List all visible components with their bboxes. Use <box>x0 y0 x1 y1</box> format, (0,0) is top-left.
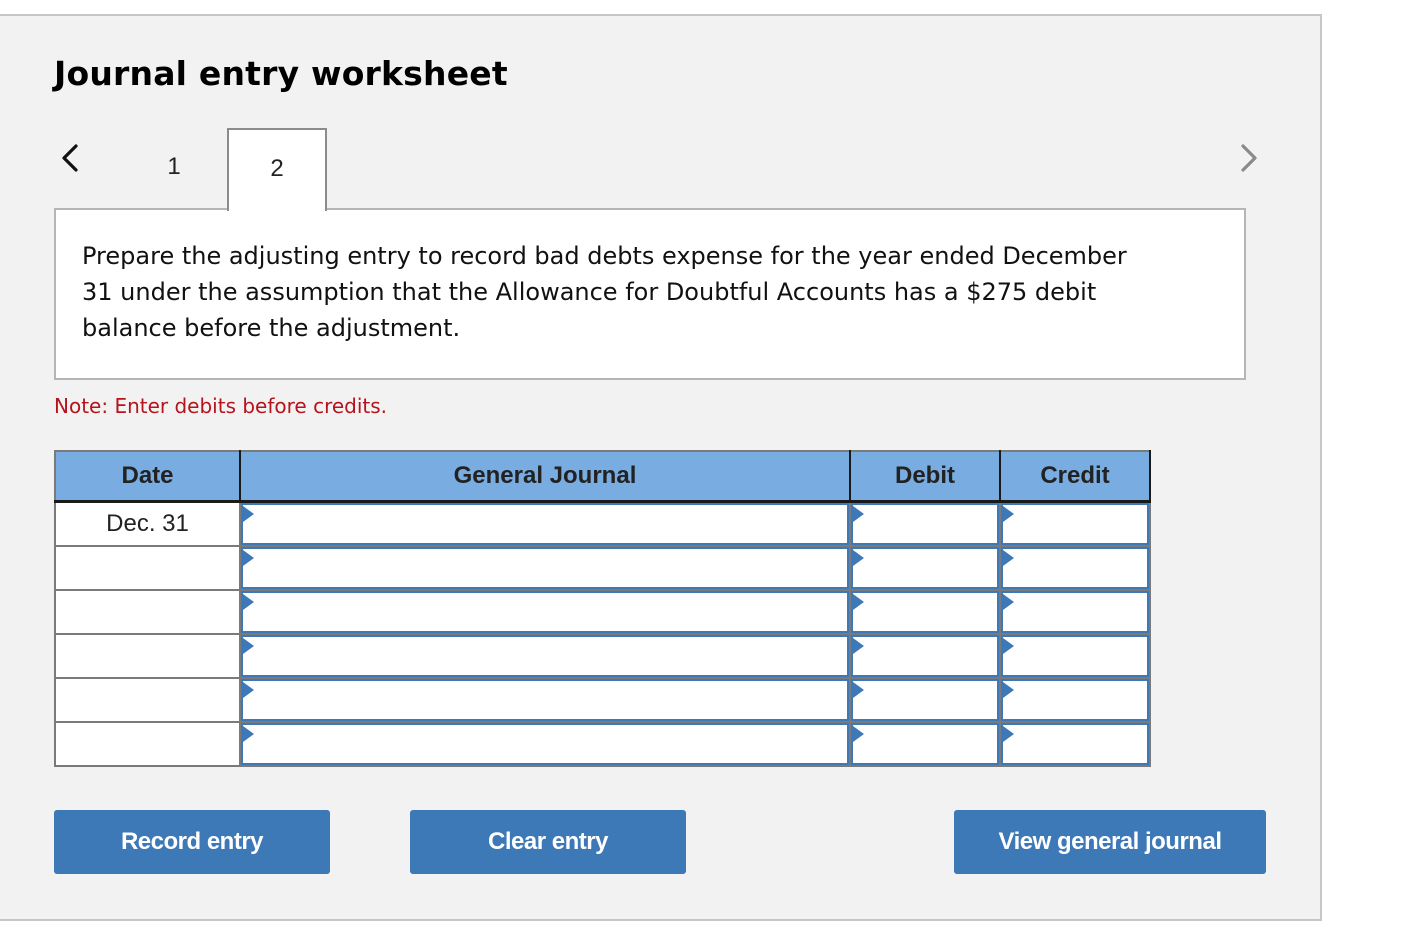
journal-row <box>54 545 1151 591</box>
account-cell <box>239 500 851 547</box>
credit-cell <box>999 677 1151 723</box>
credit-input[interactable] <box>1001 503 1149 545</box>
credit-input[interactable] <box>1001 547 1149 589</box>
debit-cell <box>849 545 1001 591</box>
debit-input[interactable] <box>851 591 999 633</box>
account-input[interactable] <box>241 547 849 589</box>
journal-row <box>54 721 1151 767</box>
account-input[interactable] <box>241 503 849 545</box>
next-button[interactable] <box>1234 140 1264 176</box>
journal-row: Dec. 31 <box>54 500 1151 547</box>
journal-table: Date General Journal Debit Credit Dec. 3… <box>54 450 1151 767</box>
credit-cell <box>999 545 1151 591</box>
record-entry-button[interactable]: Record entry <box>54 810 330 874</box>
credit-input[interactable] <box>1001 591 1149 633</box>
journal-header-row: Date General Journal Debit Credit <box>54 450 1151 503</box>
journal-row <box>54 589 1151 635</box>
account-cell <box>239 545 851 591</box>
column-header-general-journal: General Journal <box>240 450 851 503</box>
credit-cell <box>999 721 1151 767</box>
dropdown-indicator-icon <box>243 594 254 610</box>
date-cell: Dec. 31 <box>54 500 241 547</box>
dropdown-indicator-icon <box>853 594 864 610</box>
debit-input[interactable] <box>851 635 999 677</box>
credit-cell <box>999 500 1151 547</box>
debit-cell <box>849 721 1001 767</box>
dropdown-indicator-icon <box>853 726 864 742</box>
date-cell <box>54 589 241 635</box>
date-cell <box>54 721 241 767</box>
account-cell <box>239 633 851 679</box>
journal-row <box>54 677 1151 723</box>
tab-2[interactable]: 2 <box>227 128 327 211</box>
dropdown-indicator-icon <box>1003 682 1014 698</box>
dropdown-indicator-icon <box>243 550 254 566</box>
chevron-left-icon <box>62 144 78 172</box>
question-text: Prepare the adjusting entry to record ba… <box>82 242 1127 342</box>
dropdown-indicator-icon <box>853 506 864 522</box>
column-header-date: Date <box>54 450 241 503</box>
dropdown-indicator-icon <box>853 682 864 698</box>
debit-input[interactable] <box>851 723 999 765</box>
dropdown-indicator-icon <box>243 682 254 698</box>
account-cell <box>239 589 851 635</box>
debit-cell <box>849 500 1001 547</box>
page-title: Journal entry worksheet <box>54 54 508 93</box>
credit-input[interactable] <box>1001 723 1149 765</box>
column-header-credit: Credit <box>1000 450 1151 503</box>
credit-input[interactable] <box>1001 635 1149 677</box>
credit-cell <box>999 633 1151 679</box>
account-cell <box>239 721 851 767</box>
account-input[interactable] <box>241 591 849 633</box>
dropdown-indicator-icon <box>243 726 254 742</box>
chevron-right-icon <box>1241 144 1257 172</box>
dropdown-indicator-icon <box>243 506 254 522</box>
tab-1[interactable]: 1 <box>124 128 224 210</box>
account-input[interactable] <box>241 635 849 677</box>
tab-2-label: 2 <box>270 154 284 182</box>
prev-button[interactable] <box>56 140 86 176</box>
dropdown-indicator-icon <box>1003 506 1014 522</box>
debit-cell <box>849 677 1001 723</box>
dropdown-indicator-icon <box>1003 594 1014 610</box>
debit-input[interactable] <box>851 679 999 721</box>
question-box: Prepare the adjusting entry to record ba… <box>54 208 1246 380</box>
journal-row <box>54 633 1151 679</box>
dropdown-indicator-icon <box>1003 726 1014 742</box>
date-cell <box>54 677 241 723</box>
debit-input[interactable] <box>851 503 999 545</box>
view-general-journal-button[interactable]: View general journal <box>954 810 1266 874</box>
note-text: Note: Enter debits before credits. <box>54 394 388 418</box>
date-cell <box>54 545 241 591</box>
dropdown-indicator-icon <box>853 550 864 566</box>
tab-1-label: 1 <box>167 153 181 180</box>
debit-input[interactable] <box>851 547 999 589</box>
credit-input[interactable] <box>1001 679 1149 721</box>
account-input[interactable] <box>241 679 849 721</box>
dropdown-indicator-icon <box>243 638 254 654</box>
dropdown-indicator-icon <box>1003 550 1014 566</box>
dropdown-indicator-icon <box>1003 638 1014 654</box>
date-cell <box>54 633 241 679</box>
debit-cell <box>849 633 1001 679</box>
debit-cell <box>849 589 1001 635</box>
clear-entry-button[interactable]: Clear entry <box>410 810 686 874</box>
dropdown-indicator-icon <box>853 638 864 654</box>
account-cell <box>239 677 851 723</box>
account-input[interactable] <box>241 723 849 765</box>
column-header-debit: Debit <box>850 450 1001 503</box>
credit-cell <box>999 589 1151 635</box>
